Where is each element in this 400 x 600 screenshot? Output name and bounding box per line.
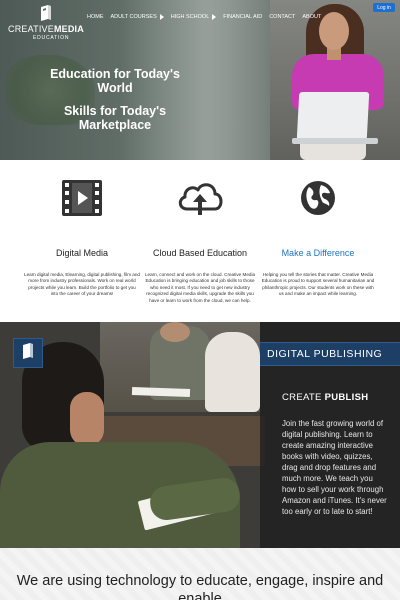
nav-home[interactable]: HOME — [87, 14, 104, 20]
tagline-section: We are using technology to educate, enga… — [0, 548, 400, 600]
caret-right-icon — [212, 14, 217, 20]
nav-financial-aid[interactable]: FINANCIAL AID — [223, 14, 262, 20]
nav-contact[interactable]: CONTACT — [269, 14, 295, 20]
hero-photo-laptop — [296, 92, 370, 140]
nav-about[interactable]: ABOUT — [302, 14, 321, 20]
feature-digital-media: Digital Media Learn digital media, Elear… — [18, 178, 146, 298]
feature-description: Learn, connect and work on the cloud. Cr… — [144, 272, 256, 303]
pub-create-title: CREATE PUBLISH — [282, 392, 369, 403]
feature-title: Cloud Based Education — [152, 248, 248, 258]
features-section: Digital Media Learn digital media, Elear… — [0, 160, 400, 322]
hero-photo-laptop-base — [292, 138, 378, 144]
hero-banner: CREATIVEMEDIA EDUCATION HOME ADULT COURS… — [0, 0, 400, 160]
hero-subheadline: Skills for Today's Marketplace — [63, 104, 167, 132]
book-icon — [21, 342, 35, 365]
pub-description: Join the fast growing world of digital p… — [282, 419, 387, 516]
feature-title: Digital Media — [55, 248, 109, 258]
logo-subtitle: EDUCATION — [33, 35, 70, 41]
feature-description: Helping you tell the stories that matter… — [261, 272, 375, 297]
logo-wordmark: CREATIVEMEDIA — [8, 24, 84, 34]
feature-description: Learn digital media, Elearning, digital … — [24, 272, 140, 297]
hero-headline: Education for Today's World — [50, 67, 180, 95]
tagline: We are using technology to educate, enga… — [16, 573, 384, 600]
pub-photo-girl-face — [70, 392, 104, 446]
film-strip-icon — [18, 178, 146, 218]
globe-icon — [254, 178, 382, 218]
feature-title[interactable]: Make a Difference — [254, 248, 382, 258]
pub-badge — [13, 338, 43, 368]
nav-adult-courses[interactable]: ADULT COURSES — [111, 14, 164, 20]
nav-high-school[interactable]: HIGH SCHOOL — [171, 14, 217, 20]
pub-photo-student-white-shirt — [205, 332, 260, 412]
pub-header: DIGITAL PUBLISHING — [260, 342, 400, 366]
cloud-upload-icon — [136, 178, 264, 218]
site-logo[interactable]: CREATIVEMEDIA EDUCATION — [8, 4, 88, 48]
digital-publishing-section: DIGITAL PUBLISHING CREATE PUBLISH Join t… — [0, 322, 400, 548]
feature-make-difference: Make a Difference Helping you tell the s… — [254, 178, 382, 298]
pub-photo-student-head — [160, 322, 190, 342]
main-nav: HOME ADULT COURSES HIGH SCHOOL FINANCIAL… — [87, 12, 328, 22]
caret-right-icon — [159, 14, 164, 20]
feature-cloud-education: Cloud Based Education Learn, connect and… — [136, 178, 264, 304]
login-button[interactable]: Log in — [373, 3, 395, 12]
